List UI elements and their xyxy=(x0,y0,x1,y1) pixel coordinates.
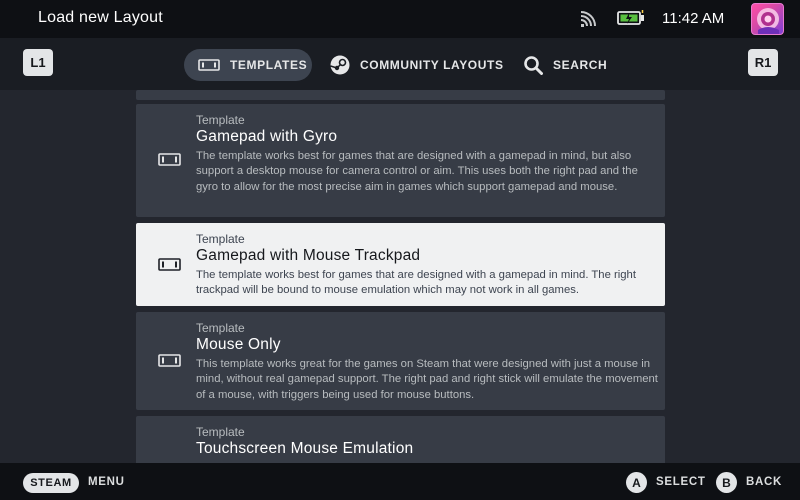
gamepad-icon xyxy=(158,258,181,271)
a-button-icon[interactable]: A xyxy=(626,472,647,493)
gamepad-icon xyxy=(198,59,220,71)
tab-templates[interactable]: TEMPLATES xyxy=(184,49,312,81)
tab-label: SEARCH xyxy=(553,58,608,72)
template-name: Gamepad with Mouse Trackpad xyxy=(196,247,421,264)
page-title: Load new Layout xyxy=(38,9,163,26)
template-card-mouse-only[interactable]: Template Mouse Only This template works … xyxy=(136,312,665,410)
template-type: Template xyxy=(196,425,245,439)
template-name: Touchscreen Mouse Emulation xyxy=(196,440,414,457)
steam-icon xyxy=(330,55,350,75)
footer-bar: STEAM MENU A SELECT B BACK xyxy=(0,463,800,500)
template-type: Template xyxy=(196,321,245,335)
steam-button[interactable]: STEAM xyxy=(23,473,79,493)
top-bar: Load new Layout 11:42 AM xyxy=(0,0,800,38)
tab-label: COMMUNITY LAYOUTS xyxy=(360,58,504,72)
template-card-touchscreen-mouse-emulation[interactable]: Template Touchscreen Mouse Emulation xyxy=(136,416,665,463)
template-description: The template works best for games that a… xyxy=(196,269,636,297)
avatar-image xyxy=(757,8,779,34)
select-label: SELECT xyxy=(656,476,706,488)
template-card-gamepad-with-gyro[interactable]: Template Gamepad with Gyro The template … xyxy=(136,104,665,217)
r1-bumper-button[interactable]: R1 xyxy=(748,49,778,76)
network-icon xyxy=(580,11,596,27)
template-type: Template xyxy=(196,113,245,127)
template-description: The template works best for games that a… xyxy=(196,150,638,193)
tab-label: TEMPLATES xyxy=(230,58,308,72)
clock: 11:42 AM xyxy=(662,10,725,27)
avatar[interactable] xyxy=(751,3,784,35)
template-type: Template xyxy=(196,232,245,246)
tab-search[interactable]: SEARCH xyxy=(523,49,607,81)
template-list[interactable]: Template Gamepad with Gyro The template … xyxy=(0,90,800,463)
l1-bumper-button[interactable]: L1 xyxy=(23,49,53,76)
menu-label: MENU xyxy=(88,476,125,488)
b-button-icon[interactable]: B xyxy=(716,472,737,493)
template-name: Gamepad with Gyro xyxy=(196,128,338,145)
gamepad-icon xyxy=(158,153,181,166)
battery-icon xyxy=(617,10,644,25)
template-description: This template works great for the games … xyxy=(196,358,658,401)
search-icon xyxy=(523,55,543,75)
tab-community-layouts[interactable]: COMMUNITY LAYOUTS xyxy=(330,49,504,81)
back-label: BACK xyxy=(746,476,783,488)
template-name: Mouse Only xyxy=(196,336,281,353)
template-card-gamepad-with-mouse-trackpad[interactable]: Template Gamepad with Mouse Trackpad The… xyxy=(136,223,665,306)
list-item-partial xyxy=(136,90,665,100)
gamepad-icon xyxy=(158,354,181,367)
